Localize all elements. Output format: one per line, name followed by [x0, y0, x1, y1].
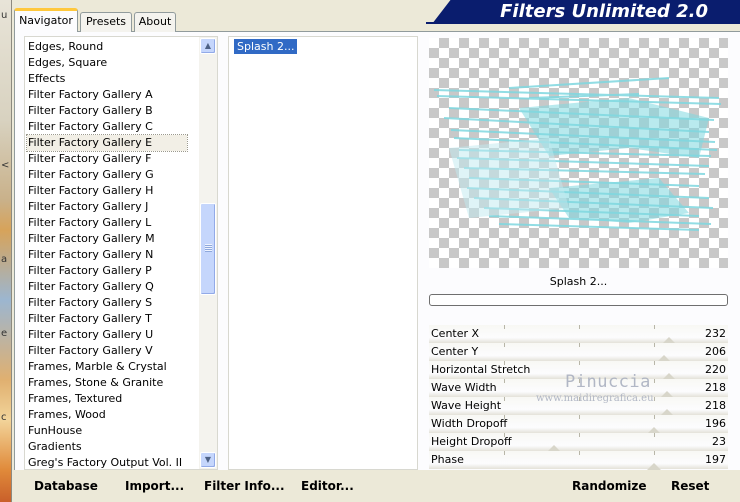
slider-tick: [654, 379, 655, 383]
category-item[interactable]: Filter Factory Gallery S: [27, 295, 187, 311]
category-item[interactable]: Frames, Wood: [27, 407, 187, 423]
param-label: Width Dropoff: [431, 417, 508, 430]
splash-effect-preview: [433, 77, 722, 231]
slider-thumb[interactable]: [647, 463, 661, 470]
category-item[interactable]: Greg's Factory Output Vol. II: [27, 455, 187, 471]
category-item[interactable]: Gradients: [27, 439, 187, 455]
slider-tick: [579, 433, 580, 437]
strip-char: a: [1, 254, 8, 265]
category-item[interactable]: Filter Factory Gallery F: [27, 151, 187, 167]
param-slider[interactable]: Height Dropoff 23: [429, 433, 728, 452]
param-label: Center Y: [431, 345, 479, 358]
param-value: 232: [705, 327, 726, 340]
category-item[interactable]: Filter Factory Gallery P: [27, 263, 187, 279]
category-item[interactable]: Filter Factory Gallery G: [27, 167, 187, 183]
category-item[interactable]: Filter Factory Gallery A: [27, 87, 187, 103]
strip-char: u: [1, 10, 8, 21]
category-item[interactable]: Filter Factory Gallery N: [27, 247, 187, 263]
watermark-name: Pinuccia: [565, 372, 651, 392]
randomize-button[interactable]: Randomize: [572, 478, 646, 494]
param-value: 218: [705, 399, 726, 412]
slider-tick: [504, 343, 505, 347]
preview-filter-name: Splash 2...: [549, 275, 608, 288]
category-item[interactable]: Filter Factory Gallery T: [27, 311, 187, 327]
param-slider[interactable]: Width Dropoff 196: [429, 415, 728, 434]
slider-tick: [654, 433, 655, 437]
category-item[interactable]: Filter Factory Gallery V: [27, 343, 187, 359]
param-label: Horizontal Stretch: [431, 363, 531, 376]
slider-tick: [654, 451, 655, 455]
category-scrollbar[interactable]: ▲ ▼: [199, 37, 217, 469]
database-button[interactable]: Database: [34, 478, 98, 494]
slider-tick: [654, 361, 655, 365]
category-item[interactable]: Frames, Textured: [27, 391, 187, 407]
slider-tick: [504, 397, 505, 401]
tab-about[interactable]: About: [134, 12, 176, 32]
strip-char: <: [1, 160, 10, 171]
slider-tick: [654, 325, 655, 329]
slider-tick: [579, 343, 580, 347]
category-item[interactable]: Frames, Stone & Granite: [27, 375, 187, 391]
slider-tick: [579, 451, 580, 455]
category-item[interactable]: Filter Factory Gallery Q: [27, 279, 187, 295]
strip-char: c: [1, 412, 7, 423]
tab-presets[interactable]: Presets: [80, 12, 132, 32]
param-label: Wave Width: [431, 381, 497, 394]
filter-list[interactable]: Splash 2...: [228, 36, 418, 470]
scroll-down-button[interactable]: ▼: [200, 452, 216, 468]
slider-tick: [579, 361, 580, 365]
param-label: Center X: [431, 327, 480, 340]
category-item[interactable]: Filter Factory Gallery C: [27, 119, 187, 135]
category-item[interactable]: Frames, Marble & Crystal: [27, 359, 187, 375]
slider-tick: [579, 415, 580, 419]
category-item[interactable]: Filter Factory Gallery L: [27, 215, 187, 231]
slider-tick: [504, 379, 505, 383]
param-slider[interactable]: Center Y 206: [429, 343, 728, 362]
param-label: Height Dropoff: [431, 435, 512, 448]
scroll-up-button[interactable]: ▲: [200, 38, 216, 54]
watermark-url: www.maidiregrafica.eu: [536, 393, 654, 404]
scroll-thumb[interactable]: [200, 203, 216, 295]
tab-navigator[interactable]: Navigator: [14, 8, 78, 32]
param-value: 23: [712, 435, 726, 448]
preview-image: [429, 38, 728, 268]
param-label: Phase: [431, 453, 464, 466]
import-button[interactable]: Import...: [125, 478, 184, 494]
reset-button[interactable]: Reset: [671, 478, 709, 494]
param-value: 197: [705, 453, 726, 466]
param-value: 196: [705, 417, 726, 430]
strip-char: e: [1, 328, 8, 339]
param-label: Wave Height: [431, 399, 502, 412]
category-item[interactable]: Filter Factory Gallery E: [26, 134, 188, 152]
progress-bar: [429, 294, 728, 306]
editor-button[interactable]: Editor...: [301, 478, 354, 494]
category-item[interactable]: Filter Factory Gallery U: [27, 327, 187, 343]
category-item[interactable]: FunHouse: [27, 423, 187, 439]
slider-tick: [654, 397, 655, 401]
slider-track[interactable]: [429, 451, 728, 470]
filter-item-selected[interactable]: Splash 2...: [234, 39, 298, 54]
category-item[interactable]: Edges, Square: [27, 55, 187, 71]
grip-icon: [205, 244, 212, 252]
param-slider[interactable]: Center X 232: [429, 325, 728, 344]
param-value: 206: [705, 345, 726, 358]
param-slider[interactable]: Phase 197: [429, 451, 728, 470]
param-value: 220: [705, 363, 726, 376]
background-window-strip: u < a e c: [0, 0, 12, 502]
slider-tick: [654, 343, 655, 347]
filter-info-button[interactable]: Filter Info...: [204, 478, 285, 494]
category-item[interactable]: Edges, Round: [27, 39, 187, 55]
app-title-banner: Filters Unlimited 2.0: [432, 0, 740, 24]
slider-tick: [654, 415, 655, 419]
slider-tick: [579, 325, 580, 329]
category-item[interactable]: Effects: [27, 71, 187, 87]
category-item[interactable]: Filter Factory Gallery H: [27, 183, 187, 199]
slider-tick: [504, 451, 505, 455]
category-item[interactable]: Filter Factory Gallery J: [27, 199, 187, 215]
slider-tick: [504, 325, 505, 329]
param-value: 218: [705, 381, 726, 394]
category-list[interactable]: Edges, Round Edges, Square Effects Filter F…: [24, 36, 218, 470]
category-item[interactable]: Filter Factory Gallery B: [27, 103, 187, 119]
category-item[interactable]: Filter Factory Gallery M: [27, 231, 187, 247]
